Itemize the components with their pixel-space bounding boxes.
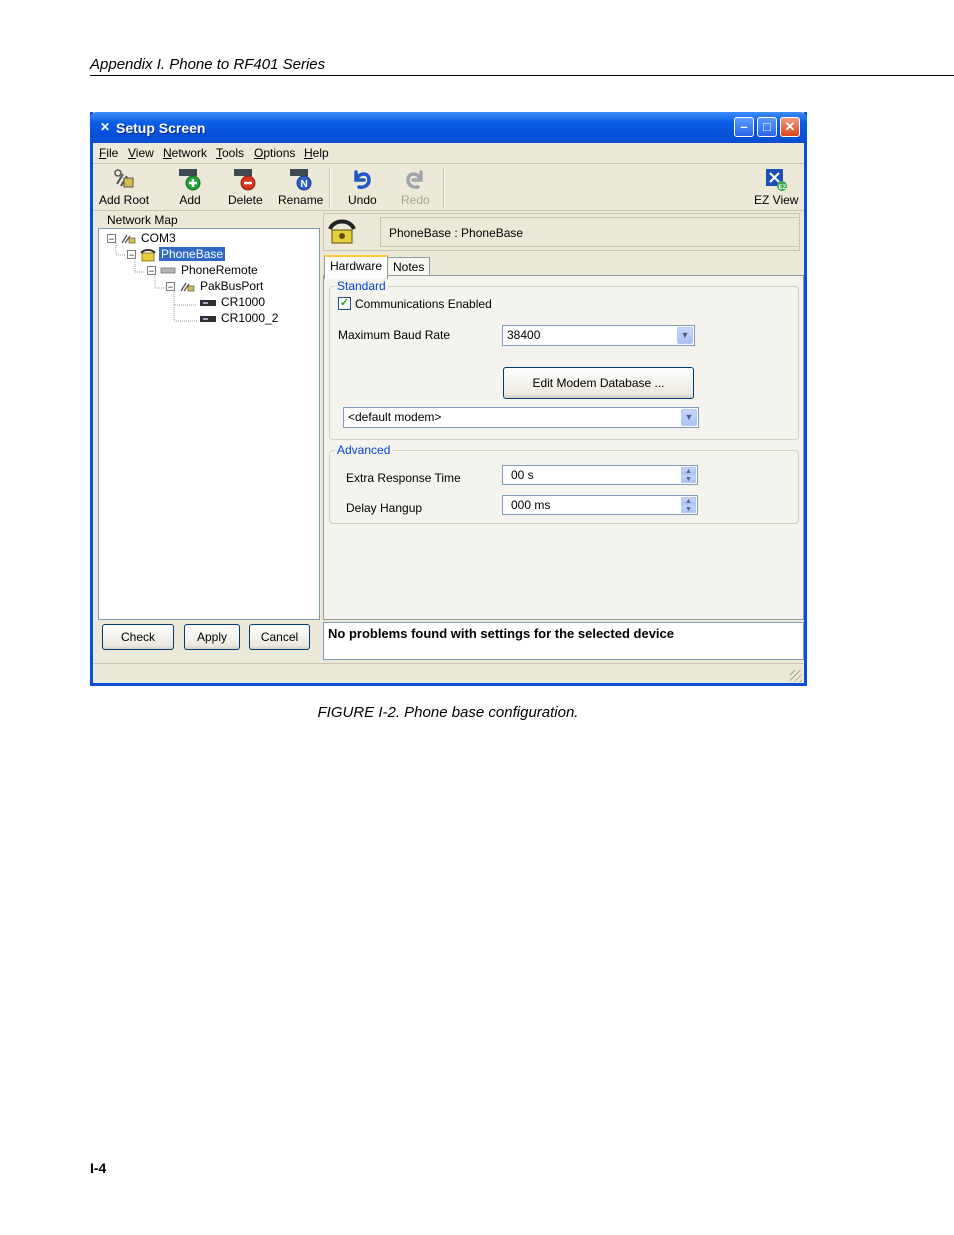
hardware-tab-panel: Standard ✓ Communications Enabled Maximu… (323, 275, 804, 620)
spinner-arrows[interactable]: ▲ ▼ (681, 467, 696, 483)
phone-base-icon (140, 249, 156, 262)
tab-notes[interactable]: Notes (387, 257, 431, 277)
spinner-arrows[interactable]: ▲ ▼ (681, 497, 696, 513)
menu-help[interactable]: Help (304, 146, 329, 160)
undo-icon (349, 166, 375, 192)
delay-hangup-label: Delay Hangup (346, 501, 423, 515)
add-device-icon (177, 166, 203, 192)
spin-down-icon[interactable]: ▼ (681, 505, 696, 513)
device-name: PhoneBase : PhoneBase (380, 217, 798, 247)
toolbar-separator (329, 168, 331, 208)
menu-bar: File View Network Tools Options Help (93, 143, 804, 164)
baud-rate-select[interactable]: 38400 ▼ (502, 325, 695, 346)
minimize-button[interactable]: – (734, 117, 754, 137)
figure-caption: FIGURE I-2. Phone base configuration. (317, 704, 579, 721)
cancel-button[interactable]: Cancel (249, 624, 310, 650)
undo-button[interactable]: Undo (348, 166, 377, 207)
document-header: Appendix I. Phone to RF401 Series (90, 56, 326, 73)
menu-network[interactable]: Network (163, 146, 207, 160)
datalogger-icon (200, 313, 216, 324)
datalogger-icon (200, 297, 216, 308)
menu-file[interactable]: File (99, 146, 118, 160)
resize-grip-icon[interactable] (790, 670, 802, 682)
menu-options[interactable]: Options (254, 146, 295, 160)
spin-down-icon[interactable]: ▼ (681, 475, 696, 483)
page-number: I-4 (90, 1160, 107, 1176)
check-button[interactable]: Check (102, 624, 174, 650)
redo-icon (402, 166, 428, 192)
tree-node-phonebase[interactable]: − PhoneBase (127, 247, 226, 262)
add-root-icon (111, 166, 137, 192)
delete-button[interactable]: Delete (228, 166, 263, 207)
pakbus-port-icon (179, 281, 195, 292)
spin-up-icon[interactable]: ▲ (681, 467, 696, 475)
menu-tools[interactable]: Tools (216, 146, 244, 160)
network-map-label: Network Map (107, 213, 178, 227)
apply-button[interactable]: Apply (184, 624, 240, 650)
extra-response-time-spinner[interactable]: 00 s ▲ ▼ (502, 465, 698, 485)
communications-enabled-checkbox[interactable]: ✓ (338, 297, 351, 310)
window-title: Setup Screen (116, 120, 206, 136)
communications-enabled-label: Communications Enabled (355, 297, 492, 311)
add-button[interactable]: Add (177, 166, 203, 207)
collapse-toggle[interactable]: − (127, 250, 136, 260)
standard-group: Standard ✓ Communications Enabled Maximu… (329, 279, 799, 440)
setup-screen-window: ✕ Setup Screen – □ ✕ File View Network T… (90, 112, 807, 686)
close-button[interactable]: ✕ (780, 117, 800, 137)
menu-view[interactable]: View (128, 146, 154, 160)
tab-hardware[interactable]: Hardware (324, 255, 389, 279)
add-root-button[interactable]: Add Root (99, 166, 149, 207)
collapse-toggle[interactable]: − (166, 282, 175, 292)
tree-node-cr1000[interactable]: CR1000 (200, 295, 267, 310)
toolbar-separator (443, 168, 445, 208)
device-header: PhoneBase : PhoneBase (323, 213, 800, 251)
tree-node-com3[interactable]: − COM3 (107, 231, 178, 246)
toolbar: Add Root Add Delete N Rename Undo Redo E… (93, 164, 804, 211)
title-bar[interactable]: ✕ Setup Screen – □ ✕ (90, 112, 807, 143)
maximize-button[interactable]: □ (757, 117, 777, 137)
spin-up-icon[interactable]: ▲ (681, 497, 696, 505)
advanced-group: Advanced Extra Response Time 00 s ▲ ▼ Del… (329, 443, 799, 524)
validation-message: No problems found with settings for the … (323, 622, 804, 660)
app-icon: ✕ (99, 120, 111, 134)
status-bar (93, 663, 804, 684)
tree-node-cr1000-2[interactable]: CR1000_2 (200, 311, 280, 326)
delay-hangup-spinner[interactable]: 000 ms ▲ ▼ (502, 495, 698, 515)
telephone-icon (328, 217, 358, 247)
tree-node-pakbusport[interactable]: − PakBusPort (166, 279, 265, 294)
baud-rate-label: Maximum Baud Rate (338, 328, 451, 342)
collapse-toggle[interactable]: − (147, 266, 156, 276)
edit-modem-database-button[interactable]: Edit Modem Database ... (503, 367, 694, 399)
serial-port-icon (120, 233, 136, 244)
header-rule (90, 75, 954, 76)
collapse-toggle[interactable]: − (107, 234, 116, 244)
extra-response-time-label: Extra Response Time (346, 471, 461, 485)
redo-button[interactable]: Redo (401, 166, 430, 207)
ez-view-icon: EZ (763, 166, 789, 192)
network-map-tree[interactable]: − COM3 − PhoneBase − PhoneRemote − PakBusPor… (98, 228, 320, 620)
rename-device-icon: N (288, 166, 314, 192)
delete-device-icon (232, 166, 258, 192)
svg-text:EZ: EZ (779, 185, 787, 191)
rename-button[interactable]: N Rename (278, 166, 323, 207)
chevron-down-icon[interactable]: ▼ (681, 409, 697, 426)
standard-group-title: Standard (335, 279, 388, 293)
modem-select[interactable]: <default modem> ▼ (343, 407, 699, 428)
svg-text:N: N (300, 179, 307, 190)
ez-view-button[interactable]: EZ EZ View (754, 166, 798, 207)
phone-remote-icon (160, 265, 176, 276)
chevron-down-icon[interactable]: ▼ (677, 327, 693, 344)
tree-node-phoneremote[interactable]: − PhoneRemote (147, 263, 260, 278)
advanced-group-title: Advanced (335, 443, 393, 457)
